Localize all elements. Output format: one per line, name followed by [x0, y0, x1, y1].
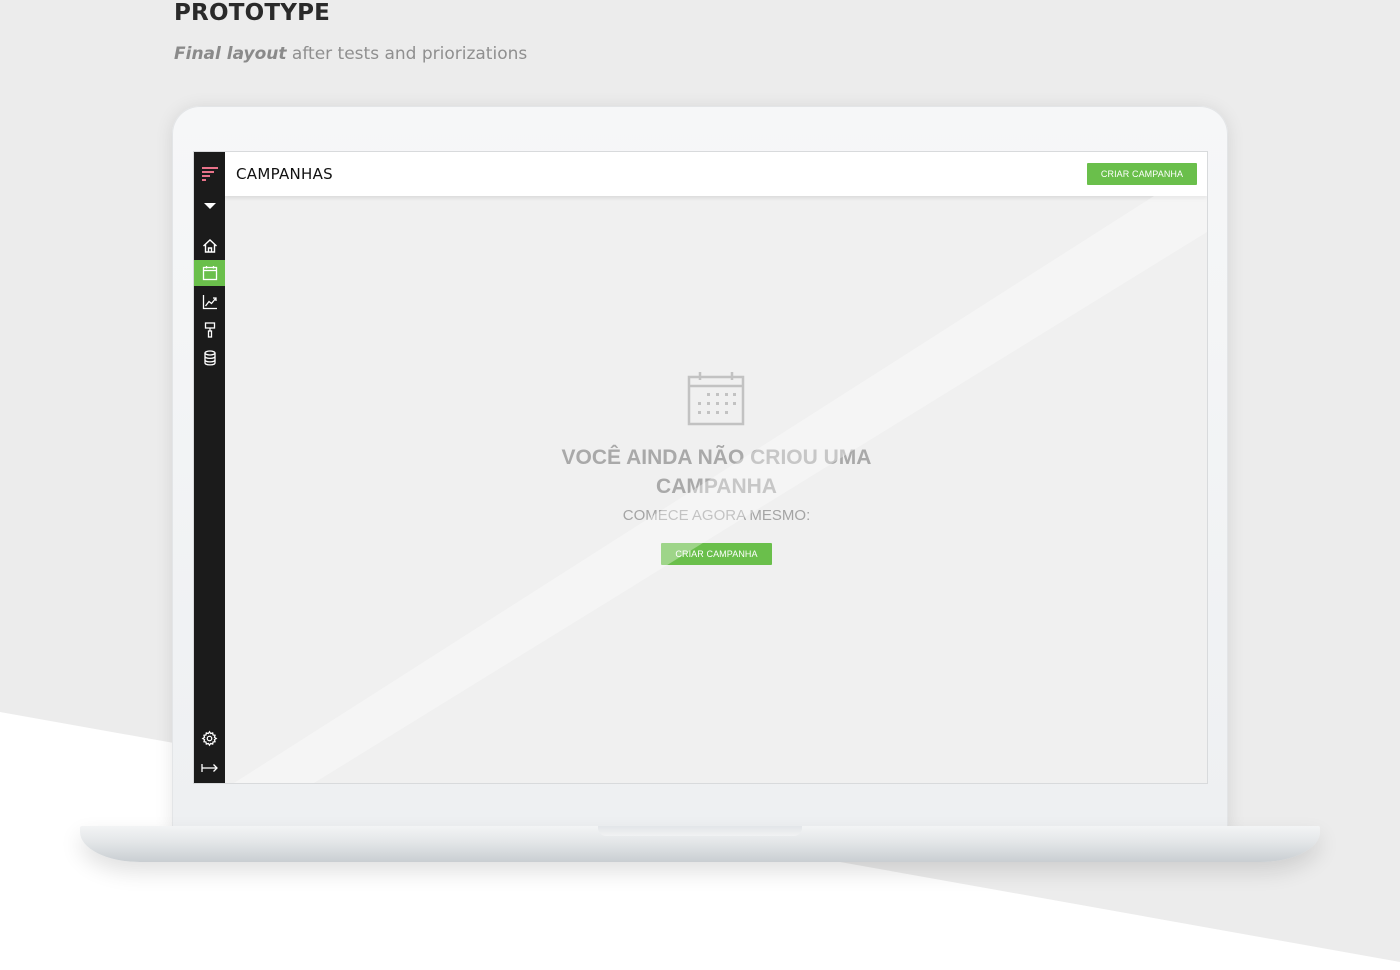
create-campaign-button[interactable]: CRIAR CAMPANHA [1087, 163, 1197, 185]
section-title: PROTOTYPE [174, 0, 331, 26]
sidebar-item-settings[interactable] [194, 725, 225, 751]
top-bar: CAMPANHAS CRIAR CAMPANHA [225, 152, 1207, 196]
calendar-icon [202, 266, 217, 281]
sidebar-item-design[interactable] [194, 317, 225, 343]
subtitle-emphasis: Final layout [174, 44, 287, 64]
gear-icon [201, 730, 218, 746]
page-title: CAMPANHAS [236, 165, 334, 183]
subtitle-rest: after tests and priorizations [286, 44, 528, 64]
empty-state-subtitle: COMECE AGORA MESMO: [622, 507, 811, 524]
sidebar [194, 152, 225, 783]
dropdown-caret-icon[interactable] [194, 193, 225, 219]
empty-state-title: VOCÊ AINDA NÃO CRIOU UMA CAMPANHA [561, 446, 872, 498]
section-subtitle: Final layout after tests and priorizatio… [174, 44, 527, 64]
chart-line-icon [202, 295, 217, 310]
logo-icon[interactable] [194, 161, 225, 187]
sidebar-item-reports[interactable] [194, 289, 225, 315]
paint-roller-icon [204, 322, 215, 338]
home-icon [202, 239, 217, 253]
sidebar-item-logout[interactable] [194, 755, 225, 781]
sidebar-item-database[interactable] [194, 345, 225, 371]
sidebar-item-home[interactable] [194, 233, 225, 259]
empty-state-create-button[interactable]: CRIAR CAMPANHA [661, 543, 772, 565]
sidebar-item-campaigns[interactable] [194, 260, 225, 286]
logout-arrow-icon [200, 764, 218, 772]
calendar-icon [687, 372, 745, 426]
database-icon [203, 350, 216, 366]
app-screen: CAMPANHAS CRIAR CAMPANHA VOCÊ AINDA NÃO … [194, 152, 1207, 783]
laptop-notch [598, 826, 802, 836]
